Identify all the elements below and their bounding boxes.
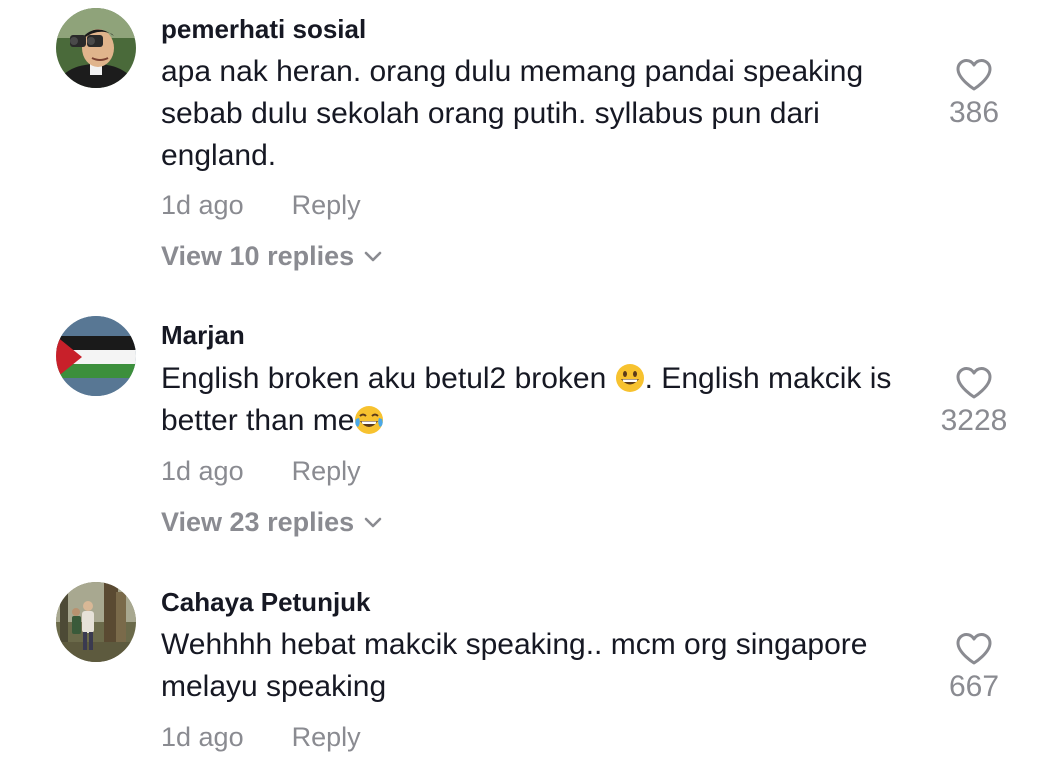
avatar[interactable]: [56, 316, 136, 396]
heart-icon[interactable]: [955, 632, 993, 666]
reply-button[interactable]: Reply: [292, 190, 361, 220]
comment-meta: 1d ago Reply: [161, 190, 361, 221]
comment-text-part: English broken aku betul2 broken: [161, 362, 615, 395]
face-with-tears-of-joy-icon: [355, 406, 384, 434]
comment-timestamp: 1d ago: [161, 456, 244, 486]
chevron-down-icon: [364, 517, 382, 528]
comment-username[interactable]: Cahaya Petunjuk: [161, 587, 371, 618]
reply-button[interactable]: Reply: [292, 456, 361, 486]
comment-text: English broken aku betul2 broken . Engli…: [161, 358, 921, 442]
comment-text: apa nak heran. orang dulu memang pandai …: [161, 55, 864, 172]
like-control: 3228: [924, 366, 1024, 438]
view-replies-label: View 10 replies: [161, 241, 355, 271]
avatar[interactable]: [56, 582, 136, 662]
comment-username[interactable]: pemerhati sosial: [161, 14, 366, 45]
avatar-binoculars-icon: [56, 8, 136, 88]
avatar-forest-photo-icon: [56, 582, 136, 662]
view-replies-label: View 23 replies: [161, 507, 355, 537]
comment-username[interactable]: Marjan: [161, 320, 245, 351]
avatar-flag-icon: [56, 316, 136, 396]
like-count: 386: [948, 96, 1000, 129]
comment-meta: 1d ago Reply: [161, 456, 361, 487]
chevron-down-icon: [364, 251, 382, 262]
like-control: 667: [924, 632, 1024, 704]
heart-icon[interactable]: [955, 366, 993, 400]
view-replies-button[interactable]: View 10 replies: [161, 241, 382, 272]
comment-timestamp: 1d ago: [161, 190, 244, 220]
reply-button[interactable]: Reply: [292, 722, 361, 752]
view-replies-button[interactable]: View 23 replies: [161, 507, 382, 538]
comment-timestamp: 1d ago: [161, 722, 244, 752]
comment-meta: 1d ago Reply: [161, 722, 361, 753]
like-count: 3228: [940, 404, 1008, 437]
avatar[interactable]: [56, 8, 136, 88]
like-count: 667: [948, 670, 1000, 703]
like-control: 386: [924, 58, 1024, 130]
comment-text: Wehhhh hebat makcik speaking.. mcm org s…: [161, 628, 868, 703]
grinning-face-icon: [615, 364, 644, 392]
heart-icon[interactable]: [955, 58, 993, 92]
